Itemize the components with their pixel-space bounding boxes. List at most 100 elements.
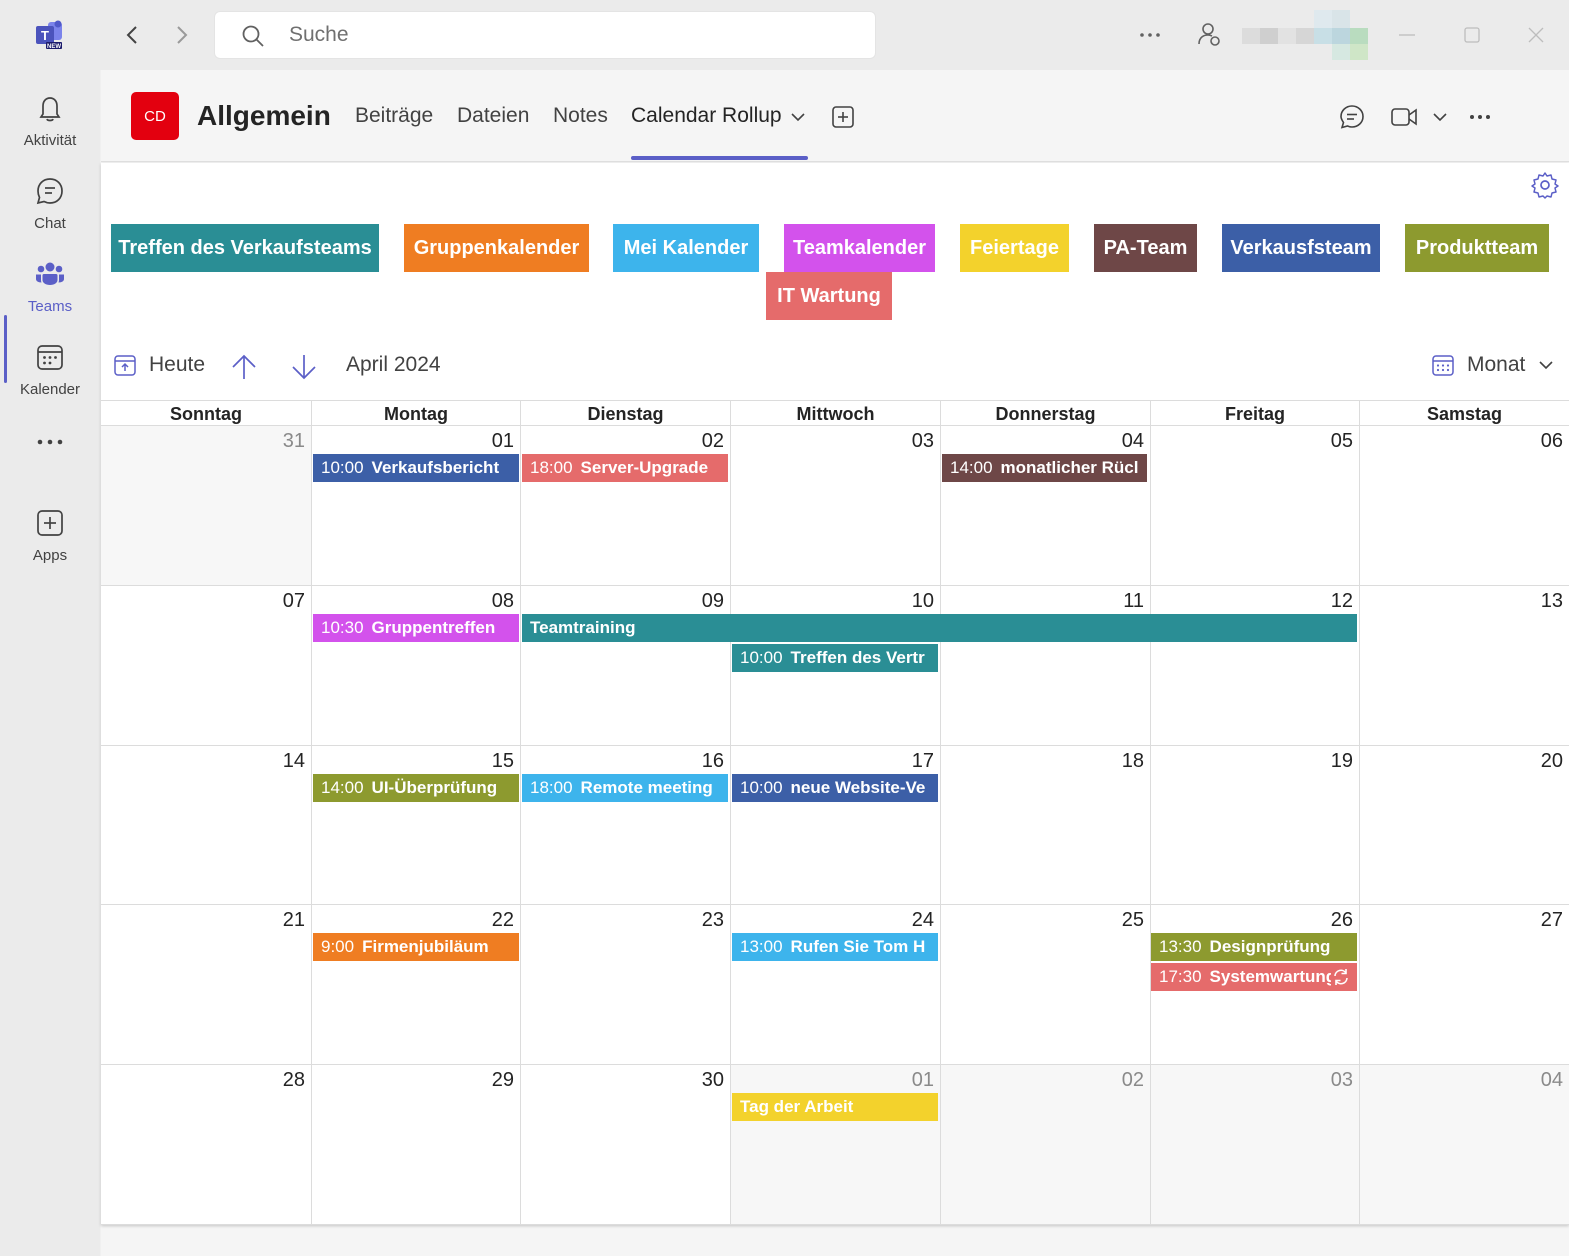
day-cell[interactable]: 24	[730, 905, 940, 1065]
day-number: 28	[282, 1069, 305, 1091]
calendar-event[interactable]: 14:00 monatlicher Rücl	[942, 454, 1147, 482]
day-cell[interactable]: 27	[1359, 905, 1569, 1065]
day-cell[interactable]: 19	[1150, 746, 1359, 905]
search-icon	[241, 24, 265, 53]
calendar-event[interactable]: 9:00 Firmenjubiläum	[313, 933, 519, 961]
day-cell[interactable]: 16	[520, 746, 730, 905]
day-cell[interactable]: 11	[940, 586, 1150, 746]
more-icon	[34, 426, 66, 458]
video-call-chevron-down-icon[interactable]	[1425, 102, 1455, 132]
add-tab-icon[interactable]	[828, 102, 858, 132]
day-cell[interactable]: 13	[1359, 586, 1569, 746]
day-number: 29	[491, 1069, 514, 1091]
day-cell[interactable]: 17	[730, 746, 940, 905]
minimize-button[interactable]	[1392, 20, 1422, 50]
day-cell[interactable]: 25	[940, 905, 1150, 1065]
channel-more-icon[interactable]	[1465, 102, 1495, 132]
current-month-label: April 2024	[346, 353, 441, 376]
day-cell[interactable]: 15	[311, 746, 520, 905]
back-button[interactable]	[118, 20, 148, 50]
day-cell[interactable]: 30	[520, 1065, 730, 1225]
day-cell[interactable]: 04	[1359, 1065, 1569, 1225]
calendar-chip-pa-team[interactable]: PA-Team	[1094, 224, 1197, 272]
day-cell[interactable]: 04	[940, 426, 1150, 586]
day-cell[interactable]: 20	[1359, 746, 1569, 905]
calendar-chip-verkaufsteam-meetings[interactable]: Treffen des Verkaufsteams	[111, 224, 379, 272]
day-cell[interactable]: 07	[101, 586, 311, 746]
calendar-event[interactable]: 18:00 Server-Upgrade	[522, 454, 728, 482]
day-cell[interactable]: 01	[311, 426, 520, 586]
day-cell[interactable]: 08	[311, 586, 520, 746]
forward-button[interactable]	[166, 20, 196, 50]
calendar-chip-mei-kalender[interactable]: Mei Kalender	[613, 224, 759, 272]
calendar-event-multiday[interactable]: Teamtraining	[522, 614, 1357, 642]
calendar-chip-verkausfsteam[interactable]: Verkausfsteam	[1222, 224, 1380, 272]
day-cell[interactable]: 29	[311, 1065, 520, 1225]
calendar-chip-it-wartung[interactable]: IT Wartung	[766, 272, 892, 320]
calendar-chip-gruppenkalender[interactable]: Gruppenkalender	[404, 224, 589, 272]
rail-item-apps[interactable]: Apps	[0, 495, 100, 573]
tab-posts[interactable]: Beiträge	[355, 104, 433, 128]
calendar-event[interactable]: 10:00 Treffen des Vertr	[732, 644, 938, 672]
video-call-icon[interactable]	[1389, 102, 1419, 132]
day-number: 23	[701, 909, 724, 931]
search-box[interactable]	[214, 11, 876, 59]
calendar-event[interactable]: 18:00 Remote meeting	[522, 774, 728, 802]
today-button[interactable]: Heute	[113, 353, 205, 377]
day-cell[interactable]: 23	[520, 905, 730, 1065]
day-cell[interactable]: 01	[730, 1065, 940, 1225]
tab-chevron-down-icon[interactable]	[783, 102, 813, 132]
user-avatar[interactable]	[1242, 10, 1368, 60]
calendar-event[interactable]: 14:00 UI-Überprüfung	[313, 774, 519, 802]
rail-item-chat[interactable]: Chat	[0, 163, 100, 241]
day-cell[interactable]: 02	[940, 1065, 1150, 1225]
calendar-event[interactable]: 10:00 Verkaufsbericht	[313, 454, 519, 482]
day-cell[interactable]: 28	[101, 1065, 311, 1225]
day-cell[interactable]: 18	[940, 746, 1150, 905]
tab-files[interactable]: Dateien	[457, 104, 529, 128]
day-cell[interactable]: 22	[311, 905, 520, 1065]
calendar-event[interactable]: 10:00 neue Website-Ve	[732, 774, 938, 802]
teams-icon	[34, 258, 66, 290]
account-settings-icon[interactable]	[1194, 20, 1224, 50]
calendar-event-allday[interactable]: Tag der Arbeit	[732, 1093, 938, 1121]
close-button[interactable]	[1521, 20, 1551, 50]
rail-item-activity[interactable]: Aktivität	[0, 80, 100, 158]
rail-more-button[interactable]	[0, 412, 100, 462]
day-cell[interactable]: 31	[101, 426, 311, 586]
day-number: 02	[1121, 1069, 1144, 1091]
more-options-icon[interactable]	[1135, 20, 1165, 50]
calendar-event-recurring[interactable]: 17:30 Systemwartung	[1151, 963, 1357, 991]
day-cell[interactable]: 12	[1150, 586, 1359, 746]
conversation-icon[interactable]	[1337, 102, 1367, 132]
next-month-button[interactable]	[291, 353, 317, 381]
rail-item-calendar[interactable]: Kalender	[0, 329, 100, 407]
calendar-event[interactable]: 13:30 Designprüfung	[1151, 933, 1357, 961]
tab-notes[interactable]: Notes	[553, 104, 608, 128]
weekday-header: Montag	[311, 401, 520, 427]
search-input[interactable]	[289, 20, 849, 50]
view-selector[interactable]: Monat	[1431, 353, 1553, 377]
day-cell[interactable]: 21	[101, 905, 311, 1065]
calendar-chip-teamkalender[interactable]: Teamkalender	[784, 224, 935, 272]
teams-logo-icon[interactable]: T NEW	[34, 20, 66, 50]
gear-icon[interactable]	[1531, 171, 1559, 204]
calendar-chip-feiertage[interactable]: Feiertage	[960, 224, 1069, 272]
previous-month-button[interactable]	[231, 353, 257, 381]
day-cell[interactable]: 14	[101, 746, 311, 905]
day-cell[interactable]: 03	[1150, 1065, 1359, 1225]
calendar-chip-produktteam[interactable]: Produktteam	[1405, 224, 1549, 272]
day-cell[interactable]: 03	[730, 426, 940, 586]
day-cell[interactable]: 05	[1150, 426, 1359, 586]
calendar-event[interactable]: 10:30 Gruppentreffen	[313, 614, 519, 642]
tab-calendar-rollup[interactable]: Calendar Rollup	[631, 104, 782, 128]
rail-active-indicator	[4, 315, 7, 383]
maximize-button[interactable]	[1457, 20, 1487, 50]
calendar-event[interactable]: 13:00 Rufen Sie Tom H	[732, 933, 938, 961]
team-avatar[interactable]: CD	[131, 92, 179, 140]
arrow-up-icon	[232, 354, 256, 379]
day-cell[interactable]: 02	[520, 426, 730, 586]
day-cell[interactable]: 06	[1359, 426, 1569, 586]
day-cell[interactable]: 09	[520, 586, 730, 746]
rail-item-teams[interactable]: Teams	[0, 246, 100, 324]
